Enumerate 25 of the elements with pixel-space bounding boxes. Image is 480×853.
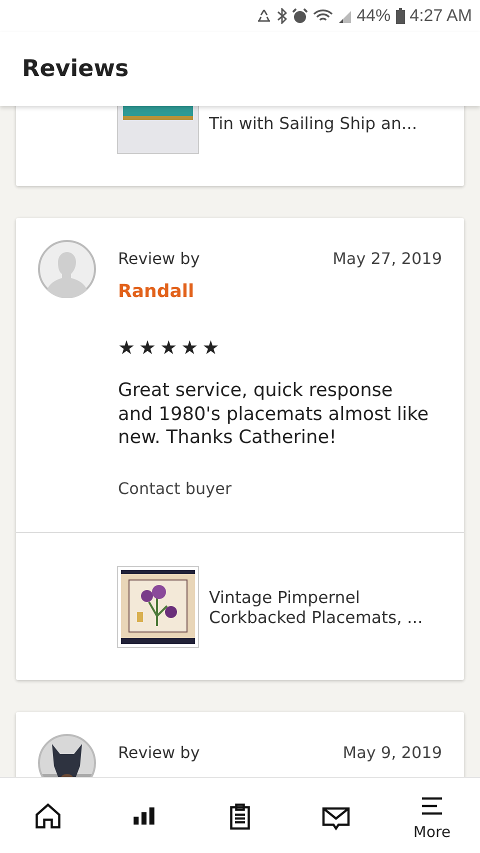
clock-time: 4:27 AM (410, 6, 472, 26)
product-title[interactable]: Tin with Sailing Ship an... (209, 114, 418, 134)
battery-icon (396, 8, 405, 24)
product-title[interactable]: Vintage Pimpernel Corkbacked Placemats, ... (209, 588, 442, 628)
avatar-icon (38, 240, 96, 298)
bluetooth-icon (276, 8, 287, 24)
review-text: Great service, quick response and 1980's placemats almost like new. Thanks Catherine! (118, 379, 430, 450)
home-icon (33, 800, 63, 830)
reviewer-name: Randall (118, 280, 196, 304)
star-icon: ★ (160, 338, 178, 358)
star-icon: ★ (139, 338, 156, 358)
bar-chart-icon (133, 804, 155, 826)
review-by-label: Review by (118, 248, 200, 270)
star-icon: ★ (181, 338, 198, 358)
alarm-icon (292, 8, 308, 24)
star-icon: ★ (202, 338, 220, 358)
review-date: May 27, 2019 (332, 248, 442, 270)
review-by-label: Review by (118, 742, 200, 764)
review-date: May 9, 2019 (342, 742, 442, 764)
page-title: Reviews (22, 56, 129, 82)
nav-tab[interactable]: More (384, 778, 480, 853)
star-icon: ★ (118, 338, 136, 358)
battery-percent: 44% (356, 6, 391, 26)
contact-buyer-link[interactable]: Contact buyer (118, 478, 232, 498)
recycle-icon (256, 8, 272, 24)
